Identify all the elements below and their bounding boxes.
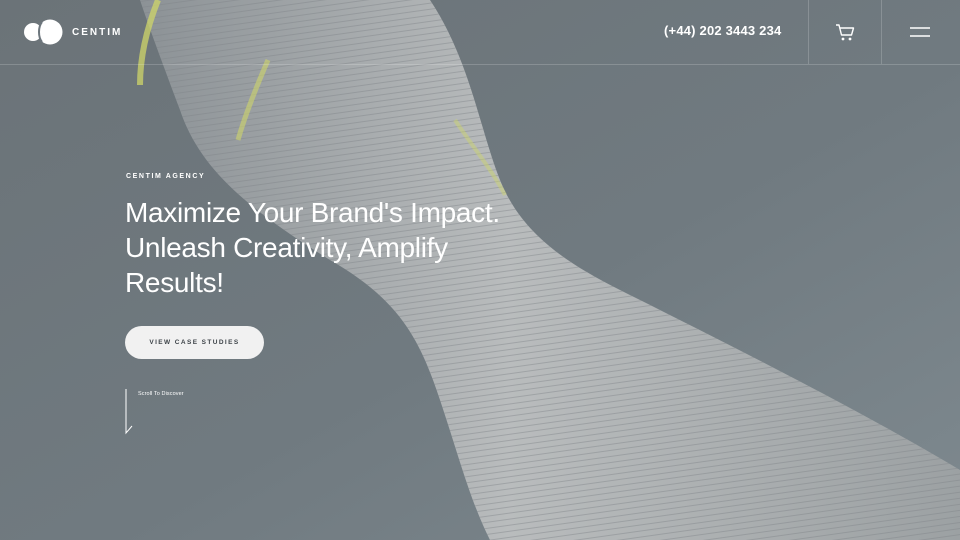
menu-button[interactable] (880, 0, 960, 64)
cart-icon (836, 23, 855, 40)
scroll-down-arrow-icon[interactable] (121, 388, 135, 436)
cart-button[interactable] (808, 0, 882, 64)
scroll-to-discover-label[interactable]: Scroll To Discover (138, 391, 184, 397)
headline-line: Unleash Creativity, Amplify (125, 232, 448, 263)
hamburger-menu-icon (910, 27, 930, 37)
site-header: CENTIM (+44) 202 3443 234 (0, 0, 960, 65)
logo-mark-icon (24, 19, 63, 45)
view-case-studies-button[interactable]: VIEW CASE STUDIES (125, 326, 264, 359)
hero-eyebrow: CENTIM AGENCY (126, 173, 206, 180)
logo-text: CENTIM (72, 26, 123, 38)
headline-line: Maximize Your Brand's Impact. (125, 197, 500, 228)
headline-line: Results! (125, 267, 224, 298)
phone-link[interactable]: (+44) 202 3443 234 (664, 23, 781, 38)
logo[interactable]: CENTIM (24, 19, 122, 45)
hero-headline: Maximize Your Brand's Impact. Unleash Cr… (125, 195, 595, 300)
